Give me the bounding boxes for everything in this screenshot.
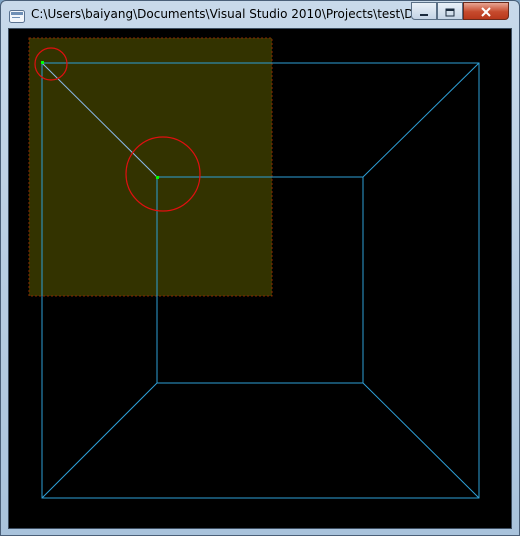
- edge-bottom-right: [362, 382, 480, 499]
- render-canvas[interactable]: [8, 28, 512, 529]
- window-title: C:\Users\baiyang\Documents\Visual Studio…: [31, 7, 411, 21]
- maximize-button[interactable]: [437, 2, 463, 20]
- title-bar[interactable]: C:\Users\baiyang\Documents\Visual Studio…: [1, 1, 519, 28]
- selection-overlay: [28, 37, 273, 297]
- app-window: C:\Users\baiyang\Documents\Visual Studio…: [0, 0, 520, 536]
- vertex-point-inner[interactable]: [156, 176, 159, 179]
- edge-top-right: [362, 62, 480, 178]
- scene-svg: [28, 37, 480, 499]
- close-icon: [480, 2, 492, 21]
- minimize-button[interactable]: [411, 2, 437, 20]
- maximize-icon: [445, 2, 455, 21]
- app-icon[interactable]: [9, 8, 25, 23]
- close-button[interactable]: [463, 2, 509, 20]
- vertex-point-outer[interactable]: [41, 61, 44, 64]
- minimize-icon: [419, 2, 429, 21]
- edge-bottom-left: [41, 382, 158, 499]
